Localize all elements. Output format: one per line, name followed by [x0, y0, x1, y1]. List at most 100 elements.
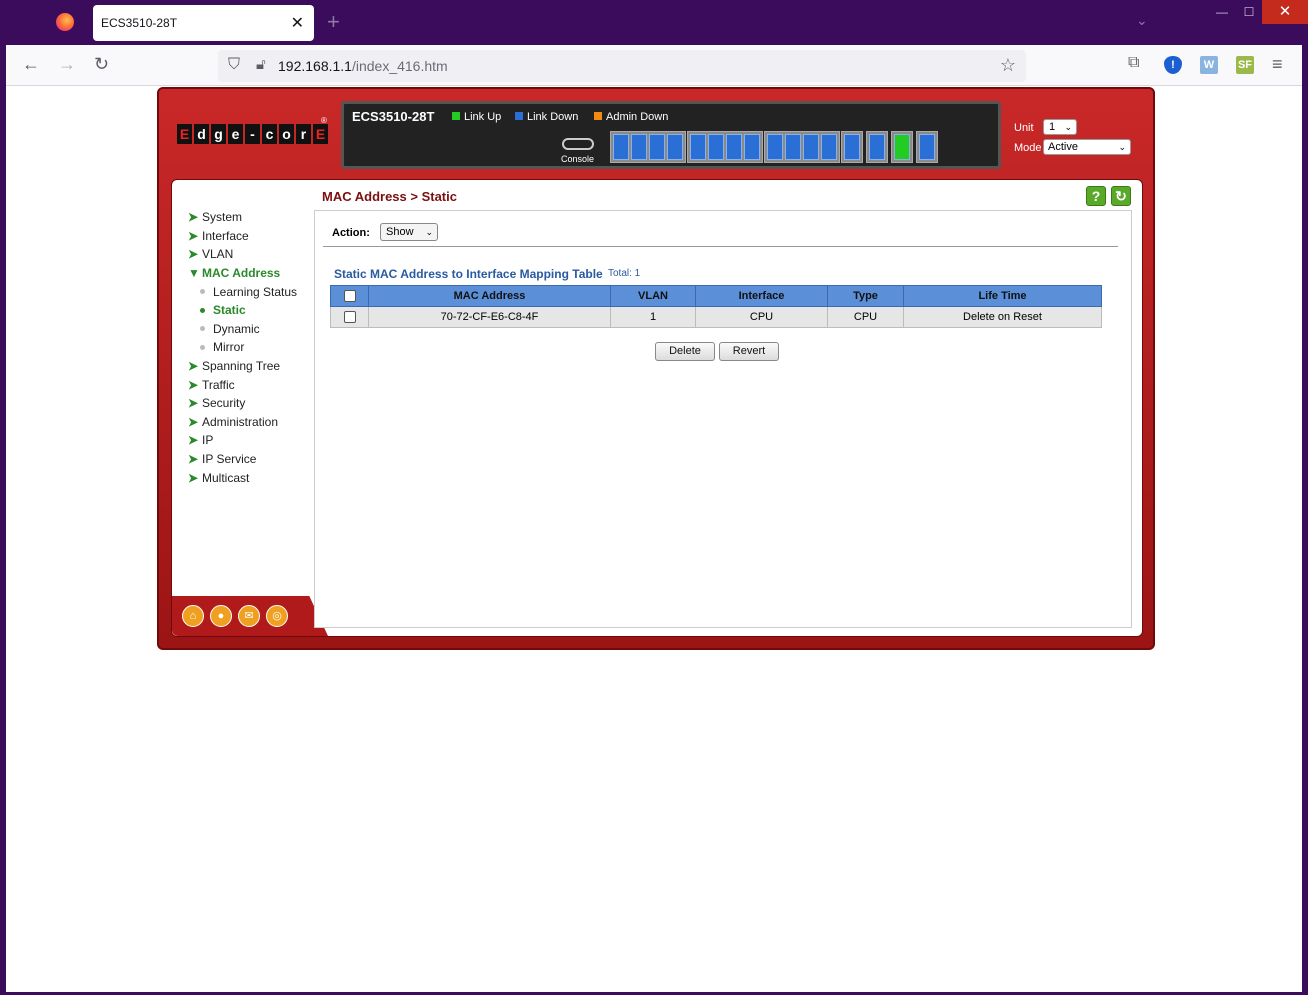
- chevron-right-icon: ➤: [188, 396, 199, 411]
- column-header: MAC Address: [368, 285, 611, 307]
- port[interactable]: [844, 134, 860, 160]
- row-select-cell: [330, 306, 369, 328]
- port[interactable]: [667, 134, 683, 160]
- sidebar-subitem-learning-status[interactable]: Learning Status: [186, 282, 316, 301]
- browser-titlebar: ECS3510-28T ✕ + ⌄ — ☐ ✕: [0, 0, 1308, 45]
- sidebar-item-ip-service[interactable]: ➤ IP Service: [186, 450, 316, 469]
- sf-extension-icon[interactable]: SF: [1236, 56, 1254, 74]
- column-header: Type: [827, 285, 904, 307]
- chevron-right-icon: ➤: [188, 228, 199, 243]
- select-all-checkbox[interactable]: [343, 290, 356, 303]
- sidebar-menu: ➤ System ➤ Interface ➤ VLAN ▼ MAC Address Le…: [186, 208, 316, 487]
- close-window-icon[interactable]: ✕: [1262, 0, 1308, 24]
- port-group-1: [610, 131, 686, 163]
- maximize-icon[interactable]: ☐: [1236, 0, 1262, 24]
- new-tab-icon[interactable]: +: [327, 9, 340, 35]
- revert-button[interactable]: Revert: [719, 342, 779, 361]
- insecure-lock-icon[interactable]: 🔓︎: [256, 56, 266, 73]
- sitemap-icon[interactable]: ⌂: [182, 605, 204, 627]
- forward-arrow-icon[interactable]: →: [58, 54, 76, 75]
- port-group-2: [687, 131, 763, 163]
- url-bar[interactable]: ⛉ 🔓︎ 192.168.1.1/index_416.htm ☆: [218, 50, 1026, 82]
- port[interactable]: [744, 134, 760, 160]
- port[interactable]: [919, 134, 935, 160]
- sidebar-item-security[interactable]: ➤ Security: [186, 394, 316, 413]
- minimize-icon[interactable]: —: [1208, 0, 1236, 24]
- browser-navbar: ← → ↻ ⛉ 🔓︎ 192.168.1.1/index_416.htm ☆ ⧉…: [6, 45, 1302, 86]
- interface-cell: CPU: [695, 306, 828, 328]
- port[interactable]: [726, 134, 742, 160]
- sidebar-subitem-mirror[interactable]: Mirror: [186, 338, 316, 357]
- tab-title: ECS3510-28T: [101, 16, 178, 30]
- unit-label: Unit: [1014, 122, 1034, 134]
- port[interactable]: [708, 134, 724, 160]
- legend-admin-down: Admin Down: [594, 111, 668, 123]
- unit-select[interactable]: 1 ⌄: [1043, 119, 1077, 135]
- vlan-cell: 1: [610, 306, 696, 328]
- sidebar-subitem-static[interactable]: Static: [186, 301, 316, 320]
- back-arrow-icon[interactable]: ←: [22, 54, 40, 75]
- mode-label: Mode: [1014, 142, 1042, 154]
- extensions-icon[interactable]: ⧉: [1128, 54, 1139, 72]
- console-label: Console: [561, 154, 595, 164]
- row-checkbox[interactable]: [343, 311, 356, 324]
- list-tabs-icon[interactable]: ⌄: [1136, 12, 1148, 29]
- hamburger-menu-icon[interactable]: ≡: [1272, 54, 1283, 75]
- edge-core-logo: E d g e - c o r E: [177, 124, 328, 144]
- sidebar-item-vlan[interactable]: ➤ VLAN: [186, 245, 316, 264]
- reload-icon[interactable]: ↻: [94, 54, 109, 75]
- sidebar-item-multicast[interactable]: ➤ Multicast: [186, 468, 316, 487]
- w-extension-icon[interactable]: W: [1200, 56, 1218, 74]
- port[interactable]: [869, 134, 885, 160]
- bookmark-star-icon[interactable]: ☆: [1000, 55, 1016, 76]
- window-border: [0, 45, 6, 995]
- mode-select[interactable]: Active ⌄: [1043, 139, 1131, 155]
- mail-icon[interactable]: ✉: [238, 605, 260, 627]
- chevron-right-icon: ➤: [188, 433, 199, 448]
- chevron-down-icon: ⌄: [1064, 122, 1072, 132]
- sidebar-item-traffic[interactable]: ➤ Traffic: [186, 375, 316, 394]
- port[interactable]: [613, 134, 629, 160]
- globe-icon[interactable]: ◎: [266, 605, 288, 627]
- link-down-swatch-icon: [515, 112, 523, 120]
- port[interactable]: [803, 134, 819, 160]
- port-group-5: [866, 131, 888, 163]
- help-icon[interactable]: ?: [1086, 186, 1106, 206]
- chevron-right-icon: ➤: [188, 452, 199, 467]
- sidebar-subitem-dynamic[interactable]: Dynamic: [186, 320, 316, 339]
- port[interactable]: [767, 134, 783, 160]
- tracking-shield-icon[interactable]: ⛉: [228, 56, 240, 74]
- port-link-up[interactable]: [894, 134, 910, 160]
- sidebar-item-interface[interactable]: ➤ Interface: [186, 227, 316, 246]
- home-icon[interactable]: ●: [210, 605, 232, 627]
- delete-button[interactable]: Delete: [655, 342, 715, 361]
- sidebar-item-spanning-tree[interactable]: ➤ Spanning Tree: [186, 357, 316, 376]
- refresh-icon[interactable]: ↻: [1111, 186, 1131, 206]
- browser-tab[interactable]: ECS3510-28T ✕: [93, 5, 314, 41]
- port[interactable]: [821, 134, 837, 160]
- sidebar-item-mac-address[interactable]: ▼ MAC Address: [186, 264, 316, 283]
- url-text[interactable]: 192.168.1.1/index_416.htm: [278, 58, 448, 74]
- port[interactable]: [631, 134, 647, 160]
- console-port-icon[interactable]: [562, 138, 594, 150]
- tab-close-icon[interactable]: ✕: [291, 13, 304, 33]
- link-up-swatch-icon: [452, 112, 460, 120]
- action-select[interactable]: Show ⌄: [380, 223, 438, 241]
- chevron-down-icon: ⌄: [1118, 142, 1126, 152]
- action-label: Action:: [332, 227, 370, 239]
- chevron-right-icon: ➤: [188, 377, 199, 392]
- port[interactable]: [690, 134, 706, 160]
- static-mac-table: MAC Address VLAN Interface Type Life Tim…: [330, 285, 1102, 328]
- sidebar-item-system[interactable]: ➤ System: [186, 208, 316, 227]
- port-group-6: [891, 131, 913, 163]
- port[interactable]: [785, 134, 801, 160]
- chevron-right-icon: ➤: [188, 210, 199, 225]
- firefox-logo-icon: [56, 13, 74, 31]
- sidebar-item-ip[interactable]: ➤ IP: [186, 431, 316, 450]
- shield-extension-icon[interactable]: !: [1164, 56, 1182, 74]
- sidebar-item-administration[interactable]: ➤ Administration: [186, 413, 316, 432]
- switch-frame: E d g e - c o r E ® ECS3510-28T Link Up …: [157, 87, 1155, 650]
- port[interactable]: [649, 134, 665, 160]
- port-group-4: [841, 131, 863, 163]
- column-header: Interface: [695, 285, 828, 307]
